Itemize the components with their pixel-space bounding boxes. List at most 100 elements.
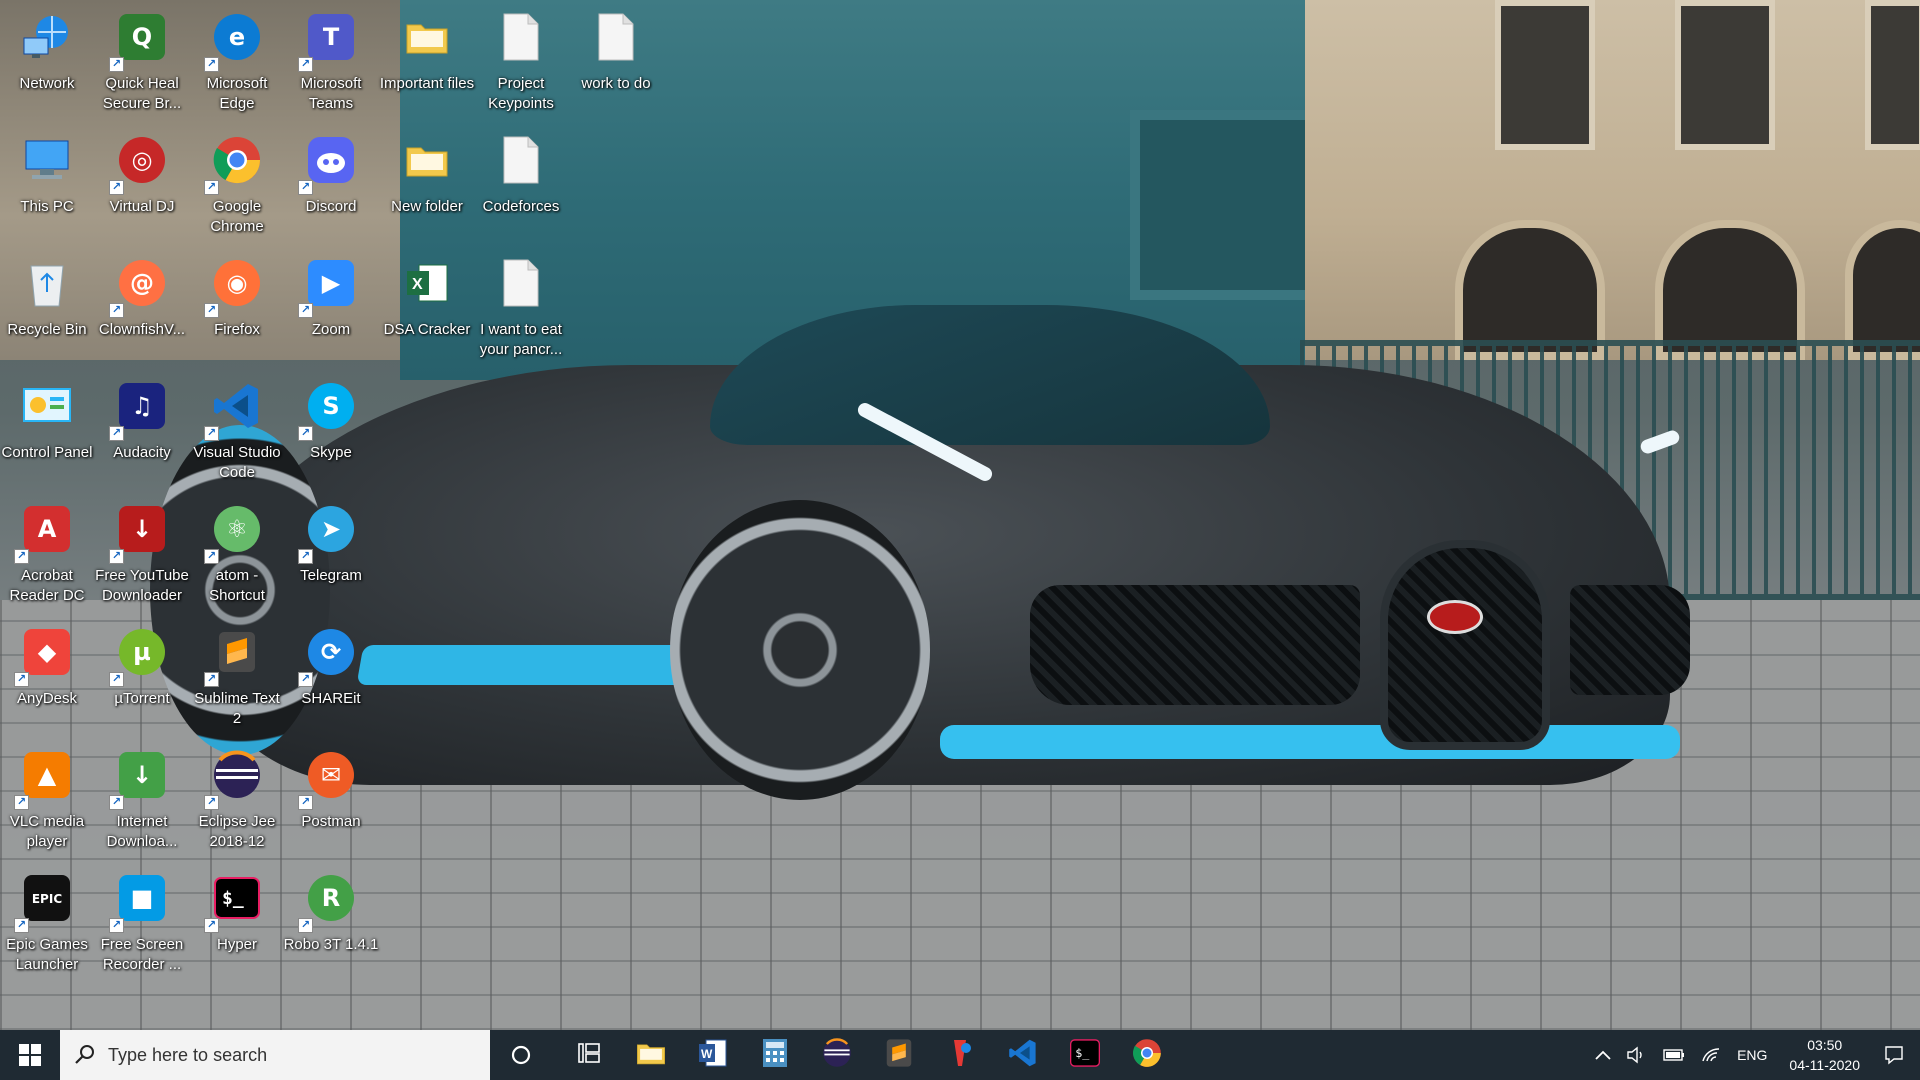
- shortcut-arrow-icon: ↗: [109, 795, 124, 810]
- desktop-icon-label: Hyper: [216, 936, 257, 953]
- desktop-icon[interactable]: Q ↗ Quick Heal Secure Br...: [95, 2, 189, 114]
- folder-icon: [398, 8, 456, 66]
- screen-recorder-icon: ■ ↗: [109, 869, 171, 933]
- volume-button[interactable]: [1619, 1030, 1655, 1080]
- desktop-icon[interactable]: ↓ ↗ Free YouTube Downloader: [95, 494, 189, 606]
- svg-text:A: A: [38, 515, 57, 543]
- taskbar-app-eclipse[interactable]: [806, 1030, 868, 1080]
- desktop-icon[interactable]: EPIC ↗ Epic Games Launcher: [0, 863, 94, 975]
- svg-text:W: W: [701, 1047, 713, 1061]
- anydesk-icon: ◆ ↗: [14, 623, 76, 687]
- taskbar-app-chrome[interactable]: [1116, 1030, 1178, 1080]
- desktop-icon[interactable]: Recycle Bin: [0, 248, 94, 340]
- desktop-icon[interactable]: e ↗ Microsoft Edge: [190, 2, 284, 114]
- svg-text:$_: $_: [222, 888, 244, 909]
- desktop-icon[interactable]: ◉ ↗ Firefox: [190, 248, 284, 340]
- desktop-icon[interactable]: ➤ ↗ Telegram: [284, 494, 378, 586]
- taskbar-search-box[interactable]: Type here to search: [60, 1030, 490, 1080]
- desktop-icon[interactable]: ↗ Google Chrome: [190, 125, 284, 237]
- cortana-button[interactable]: [490, 1030, 552, 1080]
- word-icon: W: [698, 1038, 728, 1073]
- svg-text:⚛: ⚛: [226, 515, 248, 543]
- desktop-icon[interactable]: X DSA Cracker: [380, 248, 474, 340]
- chrome-icon: [1132, 1038, 1162, 1073]
- search-placeholder: Type here to search: [108, 1044, 268, 1065]
- desktop-icon[interactable]: ◎ ↗ Virtual DJ: [95, 125, 189, 217]
- zoom-icon: ▶ ↗: [298, 254, 360, 318]
- taskbar-app-word[interactable]: W: [682, 1030, 744, 1080]
- input-language-button[interactable]: ENG: [1729, 1030, 1775, 1080]
- svg-text:✉: ✉: [321, 761, 341, 789]
- taskbar-app-calculator[interactable]: [744, 1030, 806, 1080]
- skype-icon: S ↗: [298, 377, 360, 441]
- show-hidden-icons-button[interactable]: [1587, 1030, 1619, 1080]
- desktop-icon[interactable]: ↗ Sublime Text 2: [190, 617, 284, 729]
- clock-button[interactable]: 03:50 04-11-2020: [1775, 1030, 1874, 1080]
- svg-text:⟳: ⟳: [321, 638, 341, 666]
- taskbar-app-hyper[interactable]: $_: [1054, 1030, 1116, 1080]
- taskbar-app-file-explorer[interactable]: [620, 1030, 682, 1080]
- desktop-icon-area: Network This PC Recycle Bin Control Panel A ↗…: [0, 0, 1920, 1030]
- taskbar: Type here to search W $_ ENG 03:50 04-11-…: [0, 1030, 1920, 1080]
- desktop-icon[interactable]: $_ ↗ Hyper: [190, 863, 284, 955]
- system-tray: ENG 03:50 04-11-2020: [1587, 1030, 1920, 1080]
- desktop-icon[interactable]: Codeforces: [474, 125, 568, 217]
- taskbar-app-vscode[interactable]: [992, 1030, 1054, 1080]
- desktop-icon[interactable]: ■ ↗ Free Screen Recorder ...: [95, 863, 189, 975]
- desktop-icon[interactable]: A ↗ Acrobat Reader DC: [0, 494, 94, 606]
- start-button[interactable]: [0, 1030, 60, 1080]
- paint-icon: [946, 1038, 976, 1073]
- desktop-icon[interactable]: ◆ ↗ AnyDesk: [0, 617, 94, 709]
- desktop-icon-label: Network: [19, 75, 75, 92]
- taskbar-app-paint-3d[interactable]: [930, 1030, 992, 1080]
- desktop-icon-label: Important files: [379, 75, 475, 92]
- desktop-icon[interactable]: work to do: [569, 2, 663, 94]
- desktop-icon[interactable]: ↓ ↗ Internet Downloa...: [95, 740, 189, 852]
- desktop-icon-label: AnyDesk: [16, 690, 78, 707]
- svg-text:Q: Q: [132, 23, 152, 51]
- desktop-icon-label: Telegram: [300, 567, 362, 584]
- shortcut-arrow-icon: ↗: [298, 918, 313, 933]
- desktop-icon[interactable]: ⟳ ↗ SHAREit: [284, 617, 378, 709]
- desktop-icon[interactable]: I want to eat your pancr...: [474, 248, 568, 360]
- desktop-icon[interactable]: Important files: [380, 2, 474, 94]
- desktop-icon-label: Microsoft Edge: [206, 75, 268, 112]
- desktop-icon[interactable]: Control Panel: [0, 371, 94, 463]
- shortcut-arrow-icon: ↗: [14, 672, 29, 687]
- desktop-icon-label: VLC media player: [9, 813, 85, 850]
- desktop-icon-label: New folder: [391, 198, 463, 215]
- desktop-icon[interactable]: ▲ ↗ VLC media player: [0, 740, 94, 852]
- desktop-icon[interactable]: ↗ Visual Studio Code: [190, 371, 284, 483]
- taskbar-app-sublime[interactable]: [868, 1030, 930, 1080]
- desktop-icon[interactable]: @ ↗ ClownfishV...: [95, 248, 189, 340]
- desktop-icon[interactable]: S ↗ Skype: [284, 371, 378, 463]
- eclipse-icon: [822, 1037, 852, 1073]
- cortana-circle-icon: [511, 1045, 531, 1065]
- desktop-icon[interactable]: µ ↗ µTorrent: [95, 617, 189, 709]
- desktop-icon[interactable]: Network: [0, 2, 94, 94]
- desktop-icon[interactable]: ↗ Eclipse Jee 2018-12: [190, 740, 284, 852]
- svg-text:◎: ◎: [132, 146, 153, 174]
- desktop-icon[interactable]: This PC: [0, 125, 94, 217]
- control-panel-icon: [18, 377, 76, 435]
- desktop-icon[interactable]: R ↗ Robo 3T 1.4.1: [284, 863, 378, 955]
- audacity-icon: ♫ ↗: [109, 377, 171, 441]
- desktop-icon[interactable]: ♫ ↗ Audacity: [95, 371, 189, 463]
- shortcut-arrow-icon: ↗: [14, 549, 29, 564]
- action-center-button[interactable]: [1874, 1030, 1920, 1080]
- desktop-icon[interactable]: ⚛ ↗ atom - Shortcut: [190, 494, 284, 606]
- taskbar-app-task-view[interactable]: [558, 1030, 620, 1080]
- desktop-icon-label: Recycle Bin: [7, 321, 87, 338]
- battery-button[interactable]: [1655, 1030, 1693, 1080]
- desktop-icon[interactable]: Project Keypoints: [474, 2, 568, 114]
- shortcut-arrow-icon: ↗: [204, 426, 219, 441]
- desktop-icon[interactable]: ✉ ↗ Postman: [284, 740, 378, 832]
- desktop-icon-label: Visual Studio Code: [193, 444, 281, 481]
- desktop-icon-label: Project Keypoints: [488, 75, 554, 112]
- desktop-icon[interactable]: T ↗ Microsoft Teams: [284, 2, 378, 114]
- desktop-icon[interactable]: ▶ ↗ Zoom: [284, 248, 378, 340]
- sublime-icon: [884, 1038, 914, 1073]
- wifi-button[interactable]: [1693, 1030, 1729, 1080]
- desktop-icon[interactable]: ↗ Discord: [284, 125, 378, 217]
- desktop-icon[interactable]: New folder: [380, 125, 474, 217]
